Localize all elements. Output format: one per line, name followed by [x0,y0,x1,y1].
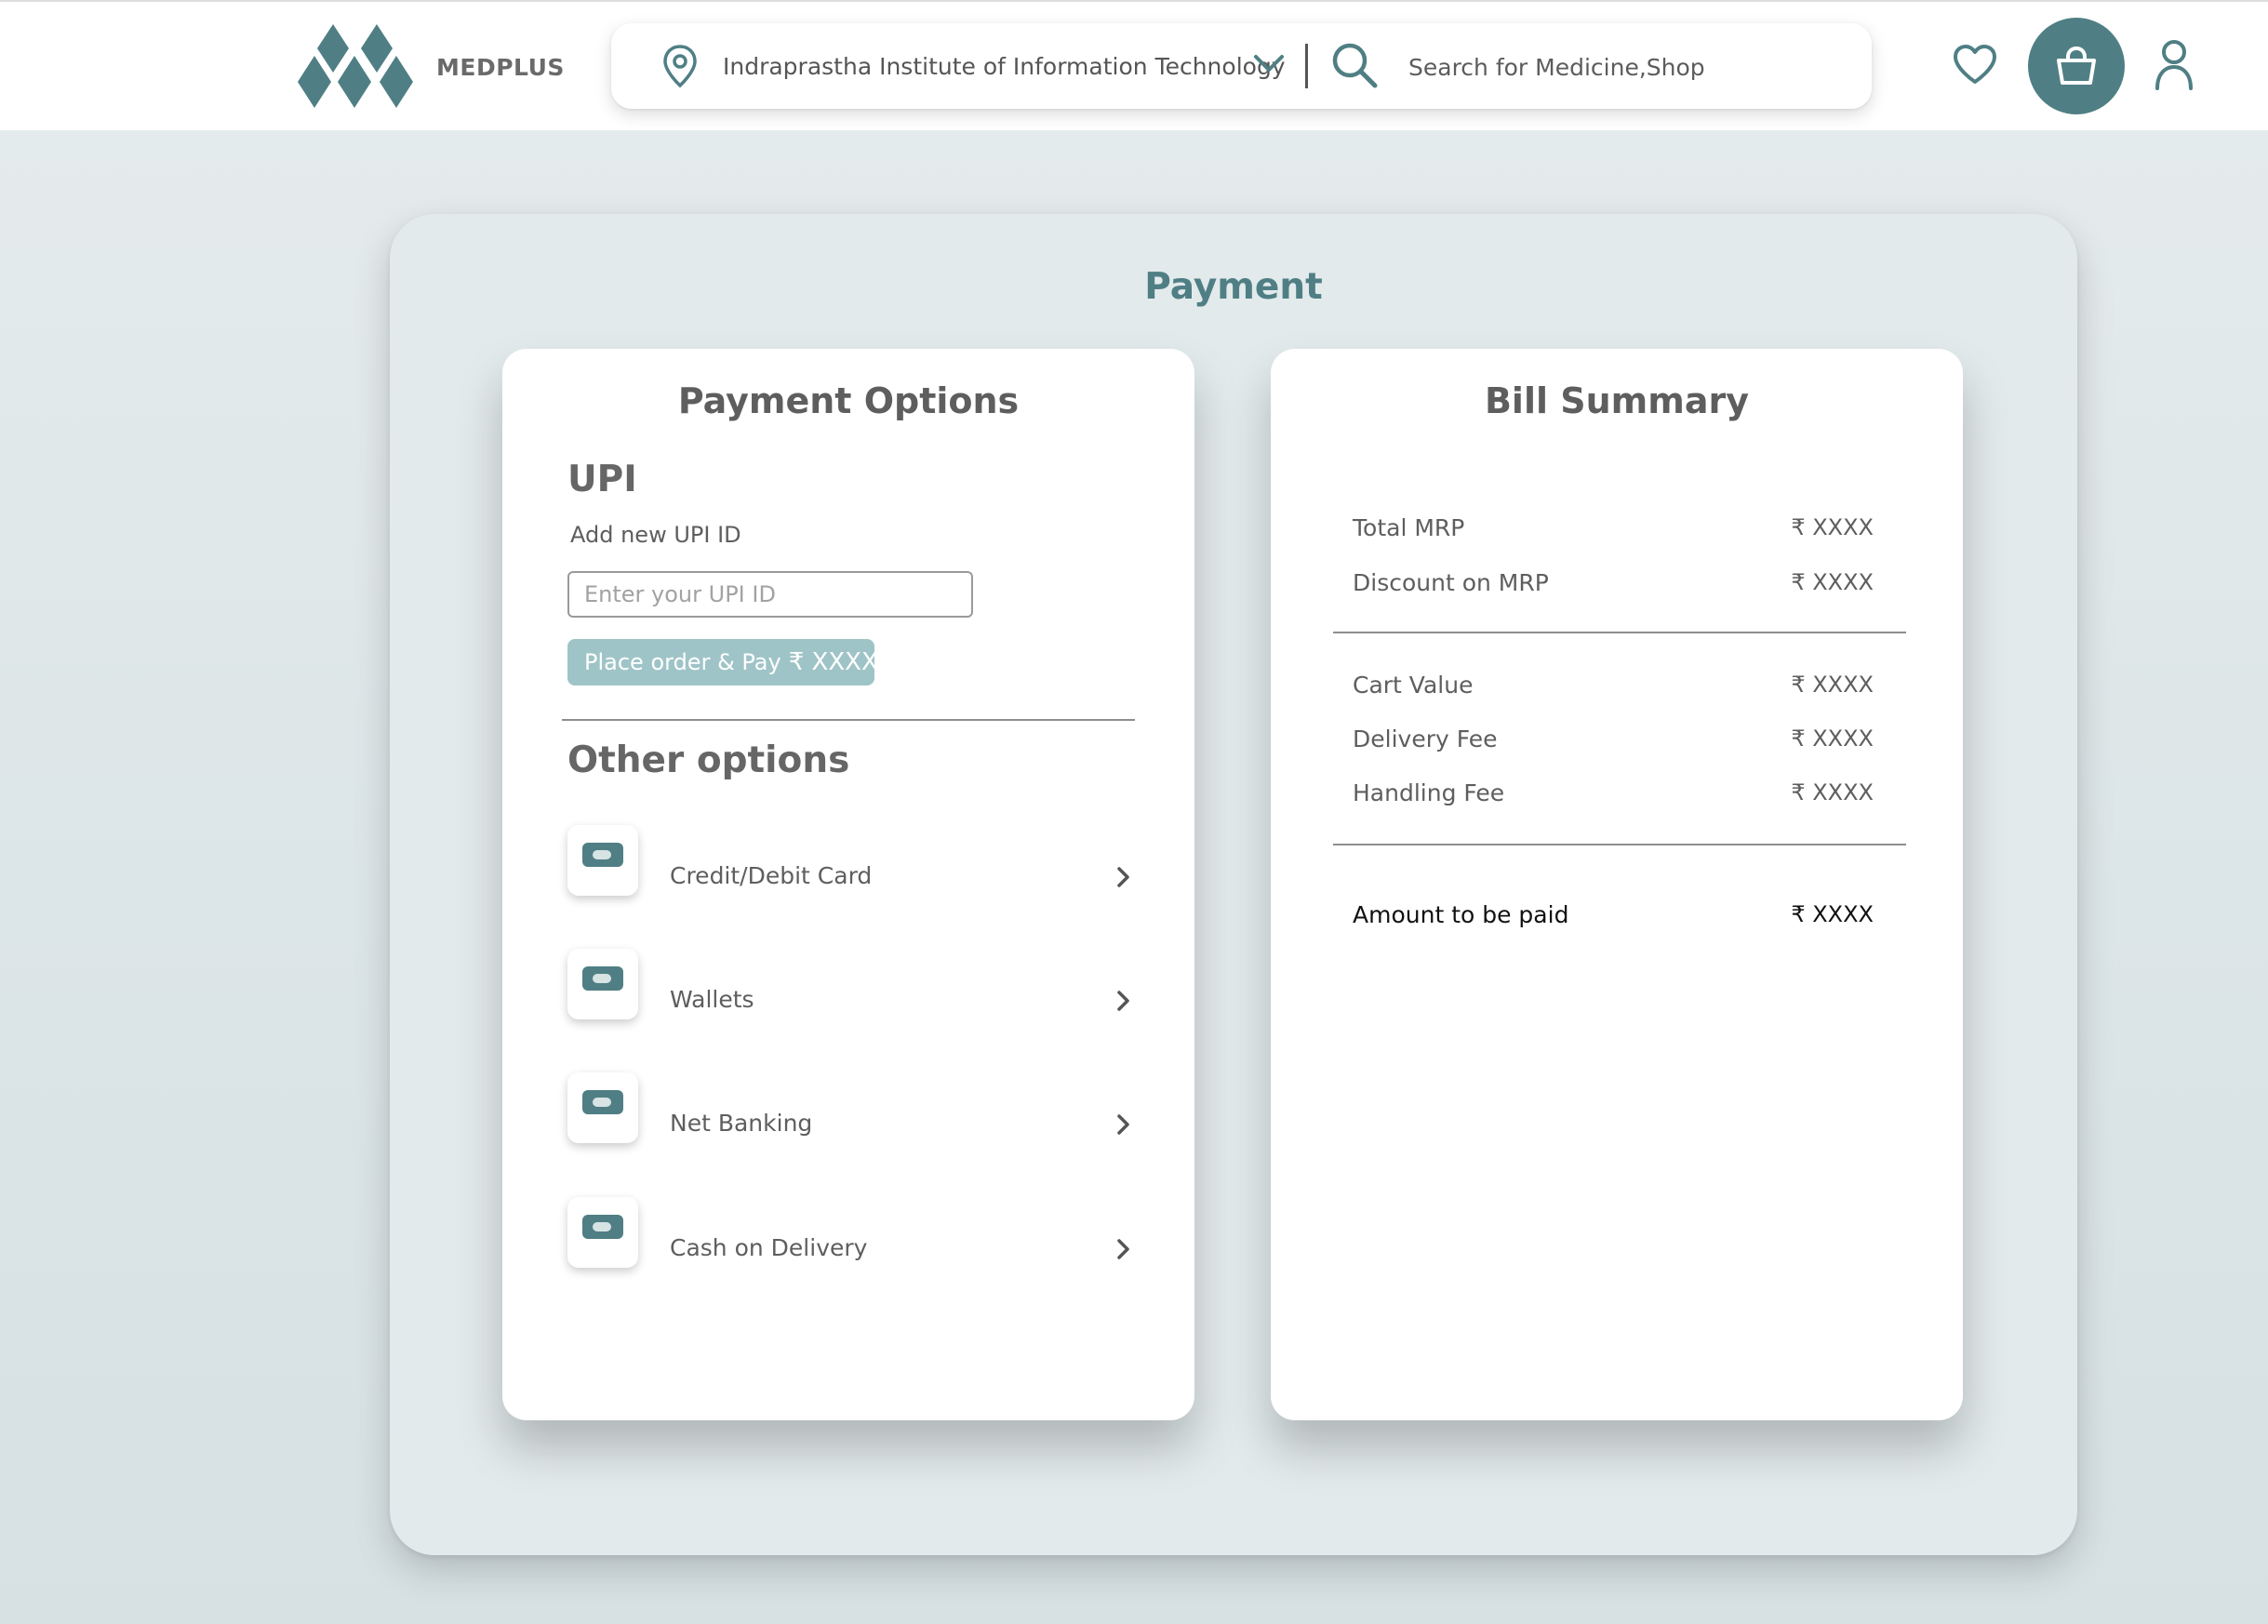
payment-method-icon [567,825,638,896]
option-label: Net Banking [670,1110,813,1137]
payment-method-icon [567,1197,638,1268]
option-cash-on-delivery[interactable]: Cash on Delivery [567,1197,1135,1271]
upi-id-input[interactable] [567,571,973,618]
bill-value: ₹ XXXX [1791,725,1874,752]
pay-button-amount: ₹ XXXX [788,648,878,676]
location-pin-icon[interactable] [661,44,699,88]
chevron-right-icon [1117,867,1129,887]
bill-total-label: Amount to be paid [1353,901,1569,928]
option-label: Credit/Debit Card [670,862,873,889]
chevron-down-icon[interactable] [1253,51,1285,75]
pay-button-label: Place order & Pay [584,649,781,675]
bill-total-value: ₹ XXXX [1791,901,1874,927]
payment-panel: Payment Payment Options UPI Add new UPI … [390,214,2077,1555]
chevron-right-icon [1117,1239,1129,1259]
option-label: Wallets [670,986,754,1013]
location-search-bar: Indraprastha Institute of Information Te… [611,23,1872,109]
bill-row-amount-to-pay: Amount to be paid ₹ XXXX [1353,901,1874,928]
top-header: MEDPLUS Indraprastha Institute of Inform… [0,0,2268,130]
location-text[interactable]: Indraprastha Institute of Information Te… [723,53,1286,80]
bill-row-total-mrp: Total MRP ₹ XXXX [1353,514,1874,541]
upi-heading: UPI [567,459,637,500]
option-credit-debit-card[interactable]: Credit/Debit Card [567,825,1135,899]
bill-label: Total MRP [1353,514,1465,541]
heart-icon[interactable] [1952,43,1998,86]
bill-label: Discount on MRP [1353,569,1549,596]
brand-name[interactable]: MEDPLUS [436,54,565,81]
other-options-heading: Other options [567,739,850,781]
bill-value: ₹ XXXX [1791,514,1874,540]
payment-options-card: Payment Options UPI Add new UPI ID Place… [502,349,1194,1420]
bill-value: ₹ XXXX [1791,672,1874,698]
option-net-banking[interactable]: Net Banking [567,1072,1135,1147]
chevron-right-icon [1117,991,1129,1011]
bill-label: Cart Value [1353,672,1474,699]
option-label: Cash on Delivery [670,1234,868,1261]
logo-diamonds-icon[interactable] [298,24,419,108]
payment-method-icon [567,949,638,1019]
search-divider [1305,44,1308,88]
shopping-bag-icon [2057,46,2096,85]
place-order-pay-button[interactable]: Place order & Pay ₹ XXXX [567,639,878,686]
cart-button[interactable] [2028,18,2125,114]
search-input[interactable] [1407,46,1848,88]
page-title: Payment [1144,266,1323,308]
chevron-right-icon [1117,1114,1129,1135]
bill-row-handling-fee: Handling Fee ₹ XXXX [1353,779,1874,806]
bill-summary-card: Bill Summary Total MRP ₹ XXXX Discount o… [1271,349,1963,1420]
user-icon[interactable] [2155,39,2194,91]
bill-row-cart-value: Cart Value ₹ XXXX [1353,672,1874,699]
bill-summary-title: Bill Summary [1484,380,1750,421]
bill-row-delivery-fee: Delivery Fee ₹ XXXX [1353,725,1874,752]
bill-value: ₹ XXXX [1791,779,1874,805]
bill-label: Handling Fee [1353,779,1505,806]
payment-method-icon [567,1072,638,1143]
bill-divider [1333,844,1906,845]
payment-options-title: Payment Options [677,380,1020,421]
bill-row-discount: Discount on MRP ₹ XXXX [1353,569,1874,596]
bill-divider [1333,632,1906,633]
section-divider [562,719,1135,721]
upi-subtitle: Add new UPI ID [570,522,741,548]
bill-label: Delivery Fee [1353,725,1498,752]
bill-value: ₹ XXXX [1791,569,1874,595]
option-wallets[interactable]: Wallets [567,949,1135,1023]
search-icon[interactable] [1329,40,1380,90]
